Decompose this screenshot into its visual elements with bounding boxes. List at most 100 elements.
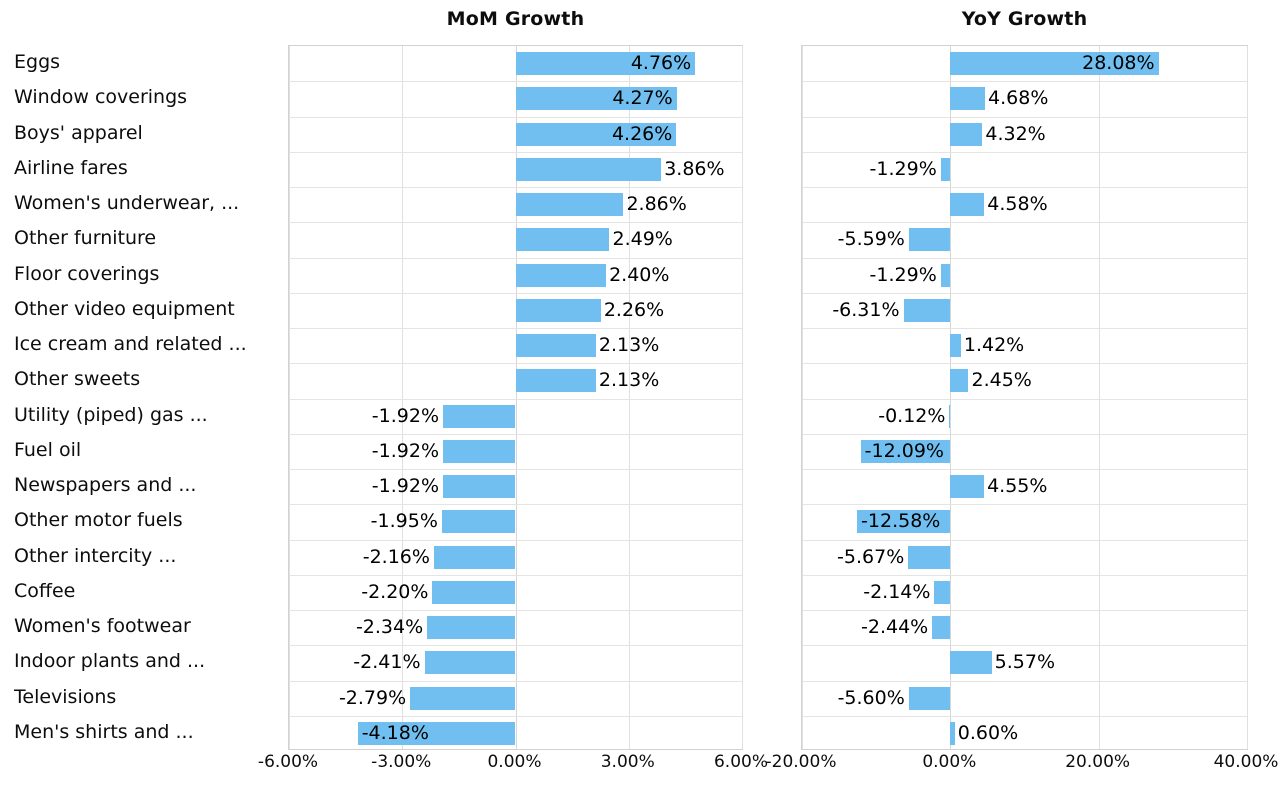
bar-row: -12.09%	[802, 434, 1247, 469]
plot-area-mom: 4.76% 4.27% 4.26% 3.86% 2.86% 2.49% 2.40% 2.26%…	[288, 45, 743, 750]
category-label: Window coverings	[14, 86, 188, 109]
bar-row: 0.60%	[802, 716, 1247, 751]
x-axis-ticks-mom: -6.00% -3.00% 0.00% 3.00% 6.00%	[258, 752, 768, 782]
bar[interactable]	[908, 686, 951, 710]
bar-value-label: 28.08%	[1082, 52, 1155, 74]
bar[interactable]	[441, 510, 516, 534]
category-label: Other furniture	[14, 227, 157, 250]
bar-value-label: 4.26%	[611, 122, 673, 145]
bar[interactable]	[515, 298, 601, 322]
bar-value-label: 4.32%	[985, 122, 1046, 145]
bar-row: -2.16%	[289, 540, 742, 575]
chart-page: MoM Growth YoY Growth Eggs Window coverin…	[0, 0, 1280, 800]
category-label: Men's shirts and ...	[14, 720, 194, 743]
bar-value-label: -1.29%	[869, 263, 937, 286]
bar[interactable]	[515, 369, 596, 393]
bar-value-label: -6.31%	[832, 298, 900, 321]
bar[interactable]	[427, 616, 516, 639]
bar-row: -1.92%	[289, 399, 742, 434]
bar-value-label: -2.79%	[338, 686, 407, 709]
bar-row: -6.31%	[802, 293, 1247, 328]
x-tick-label: 3.00%	[600, 752, 655, 772]
bar-row: 4.76%	[289, 46, 742, 81]
bar[interactable]	[443, 404, 516, 428]
bar-value-label: -2.44%	[861, 616, 929, 638]
bar[interactable]	[950, 475, 985, 498]
bar[interactable]	[903, 298, 951, 322]
bar-row: 2.40%	[289, 258, 742, 293]
bar[interactable]	[950, 334, 961, 357]
category-label: Fuel oil	[14, 438, 82, 461]
bar[interactable]	[950, 651, 992, 675]
category-axis-labels: Eggs Window coverings Boys' apparel Airline…	[0, 45, 284, 750]
bar-row: -2.41%	[289, 645, 742, 680]
bar[interactable]	[908, 228, 951, 252]
bar-row: 2.13%	[289, 363, 742, 398]
bar-row: -0.12%	[802, 399, 1247, 434]
category-label: Other motor fuels	[14, 509, 183, 532]
bar[interactable]	[443, 439, 516, 463]
x-tick-label: 40.00%	[1213, 752, 1279, 772]
bar-row: -4.18%	[289, 716, 742, 751]
bar[interactable]	[934, 580, 951, 604]
bar[interactable]	[940, 157, 951, 181]
bar[interactable]	[950, 193, 985, 216]
bar[interactable]	[950, 721, 955, 745]
bar-row: -5.59%	[802, 222, 1247, 257]
bar-row: -5.60%	[802, 681, 1247, 716]
category-label: Airline fares	[14, 156, 128, 179]
bar[interactable]	[515, 193, 624, 216]
category-label: Coffee	[14, 579, 76, 602]
bar-value-label: -2.20%	[361, 580, 429, 603]
x-tick-label: 0.00%	[487, 752, 542, 772]
bar[interactable]	[949, 404, 951, 428]
bar[interactable]	[950, 122, 983, 146]
bar[interactable]	[433, 545, 516, 569]
bar[interactable]	[950, 87, 986, 111]
category-label: Other video equipment	[14, 297, 235, 320]
bar[interactable]	[515, 263, 607, 287]
category-label: Women's underwear, ...	[14, 192, 240, 214]
x-tick-label: -20.00%	[765, 752, 837, 772]
bar[interactable]	[515, 228, 610, 252]
category-label: Floor coverings	[14, 262, 160, 285]
bar-value-label: -4.18%	[361, 721, 429, 744]
category-label: Utility (piped) gas ...	[14, 403, 208, 426]
bar-value-label: -0.12%	[878, 404, 946, 427]
bar-value-label: -5.67%	[837, 545, 905, 568]
bar[interactable]	[932, 616, 951, 639]
bar-row: 3.86%	[289, 152, 742, 187]
bar-value-label: 2.86%	[626, 193, 687, 215]
bar-row: -1.29%	[802, 152, 1247, 187]
bar-value-label: 5.57%	[994, 651, 1055, 674]
x-tick-label: -6.00%	[257, 752, 319, 772]
bar-value-label: 2.26%	[603, 298, 665, 321]
bar[interactable]	[424, 651, 516, 675]
bar[interactable]	[515, 157, 662, 181]
bar-value-label: 4.58%	[987, 193, 1048, 215]
x-tick-label: 0.00%	[922, 752, 977, 772]
bar-row: -1.29%	[802, 258, 1247, 293]
bar-row: 4.68%	[802, 81, 1247, 116]
bar-value-label: 4.55%	[987, 475, 1048, 497]
category-label: Ice cream and related ...	[14, 333, 247, 355]
category-label: Women's footwear	[14, 615, 191, 637]
bar[interactable]	[443, 475, 516, 498]
bar-value-label: -1.92%	[371, 439, 440, 462]
bar[interactable]	[432, 580, 516, 604]
bar[interactable]	[515, 334, 596, 357]
bar[interactable]	[950, 369, 969, 393]
bar-value-label: 2.40%	[609, 263, 670, 286]
bar[interactable]	[940, 263, 951, 287]
bar-row: -5.67%	[802, 540, 1247, 575]
bar-row: -1.95%	[289, 504, 742, 539]
bar-value-label: -12.09%	[864, 439, 944, 462]
bar-row: 4.32%	[802, 117, 1247, 152]
bar[interactable]	[908, 545, 951, 569]
bar[interactable]	[410, 686, 516, 710]
bar-value-label: 2.45%	[971, 369, 1032, 392]
x-tick-label: 6.00%	[713, 752, 769, 772]
bar-row: -12.58%	[802, 504, 1247, 539]
bar-row: 2.13%	[289, 328, 742, 363]
bar-row: 4.26%	[289, 117, 742, 152]
